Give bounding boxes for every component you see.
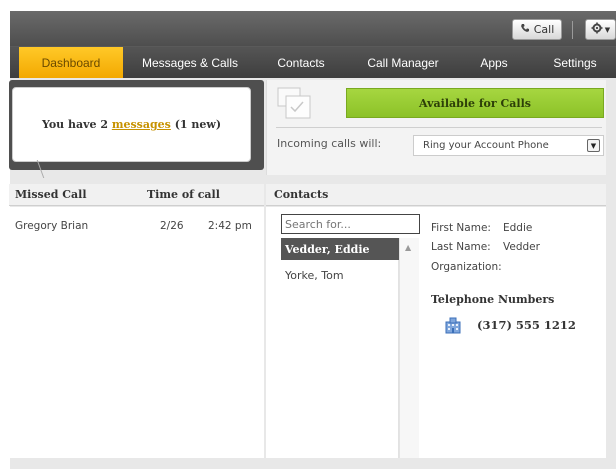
available-for-calls-button[interactable]: Available for Calls xyxy=(346,88,604,118)
call-button[interactable]: Call xyxy=(512,19,562,40)
table-row[interactable]: Gregory Brian 2/26 2:42 pm xyxy=(9,207,264,237)
toolbar-divider xyxy=(572,21,573,39)
call-time: 2:42 pm xyxy=(208,220,252,232)
ring-option-value: Ring your Account Phone xyxy=(423,140,549,151)
last-name-value: Vedder xyxy=(503,241,540,253)
call-date: 2/26 xyxy=(160,220,184,232)
main-nav: Dashboard Messages & Calls Contacts Call… xyxy=(10,47,616,78)
contact-list-scrollbar[interactable]: ▲ xyxy=(399,238,419,458)
settings-menu-button[interactable]: ▼ xyxy=(585,19,616,40)
tab-apps[interactable]: Apps xyxy=(468,47,520,78)
incoming-calls-select[interactable]: Ring your Account Phone ▼ xyxy=(413,135,604,156)
incoming-calls-label: Incoming calls will: xyxy=(277,137,382,150)
messages-bubble: You have 2 messages (1 new) xyxy=(12,87,251,162)
availability-divider xyxy=(276,127,602,128)
tab-settings[interactable]: Settings xyxy=(540,47,610,78)
chevron-down-icon: ▼ xyxy=(604,25,611,34)
messages-prefix: You have 2 xyxy=(41,118,112,131)
last-name-row: Last Name: Vedder xyxy=(431,241,540,253)
availability-status-icon xyxy=(276,86,312,120)
building-icon xyxy=(444,316,462,334)
call-button-label: Call xyxy=(533,23,555,36)
time-of-call-column[interactable]: Time of call xyxy=(147,188,220,201)
missed-call-column[interactable]: Missed Call xyxy=(15,188,87,201)
messages-link[interactable]: messages xyxy=(112,118,171,131)
top-toolbar: Call ▼ xyxy=(10,11,616,46)
organization-row: Organization: xyxy=(431,261,502,273)
last-name-label: Last Name: xyxy=(431,241,491,253)
caller-name: Gregory Brian xyxy=(15,220,89,232)
dropdown-arrow-icon[interactable]: ▼ xyxy=(587,139,600,152)
telephone-numbers-heading: Telephone Numbers xyxy=(431,293,555,306)
list-item[interactable]: Yorke, Tom xyxy=(281,264,399,286)
first-name-row: First Name: Eddie xyxy=(431,222,532,234)
tab-contacts[interactable]: Contacts xyxy=(266,47,336,78)
contact-list: Vedder, Eddie Yorke, Tom xyxy=(281,238,399,458)
tab-call-manager[interactable]: Call Manager xyxy=(353,47,453,78)
tab-messages-calls[interactable]: Messages & Calls xyxy=(132,47,248,78)
scroll-up-icon[interactable]: ▲ xyxy=(405,243,411,252)
missed-calls-header: Missed Call Time of call xyxy=(9,184,264,206)
missed-calls-list: Gregory Brian 2/26 2:42 pm xyxy=(9,207,264,458)
contacts-header: Contacts xyxy=(266,184,606,206)
organization-label: Organization: xyxy=(431,261,502,273)
phone-icon xyxy=(520,23,530,36)
first-name-value: Eddie xyxy=(503,222,533,234)
tab-dashboard[interactable]: Dashboard xyxy=(19,47,123,78)
list-item[interactable]: Vedder, Eddie xyxy=(281,238,399,260)
messages-suffix: (1 new) xyxy=(170,118,222,131)
phone-number[interactable]: (317) 555 1212 xyxy=(477,318,576,332)
contact-search-input[interactable] xyxy=(281,214,420,234)
first-name-label: First Name: xyxy=(431,222,491,234)
gear-icon xyxy=(591,22,603,37)
